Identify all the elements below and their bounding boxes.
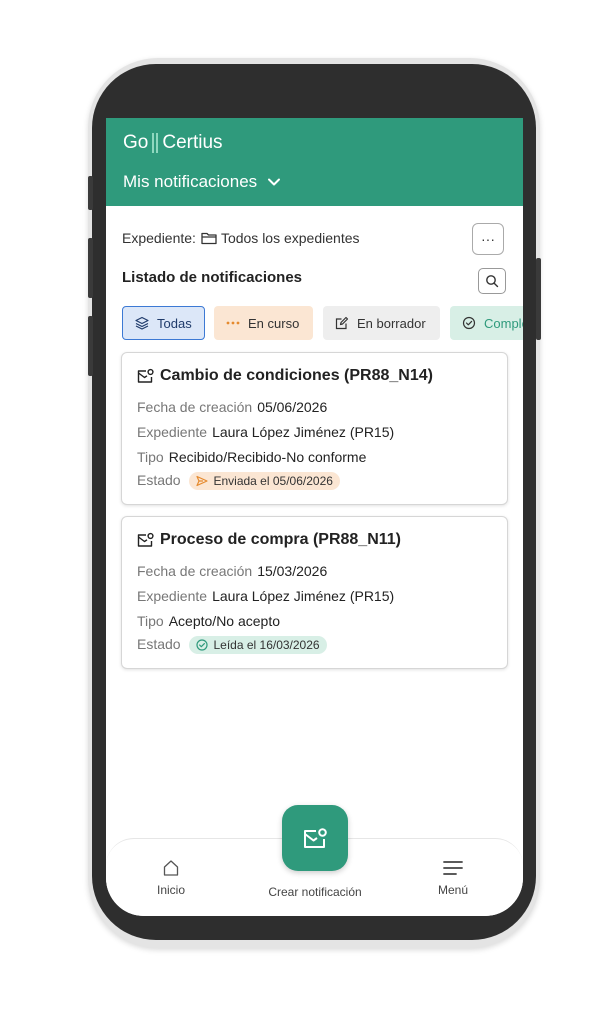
layers-icon [135, 316, 149, 330]
phone-volume-up [88, 238, 93, 298]
mail-badge-icon [137, 532, 154, 547]
field-fecha: Fecha de creación 15/03/2026 [137, 563, 327, 579]
phone-volume-down [88, 316, 93, 376]
create-notification-label: Crear notificación [268, 885, 362, 899]
expediente-field-label: Expediente [137, 424, 208, 440]
filter-todas-label: Todas [157, 315, 192, 331]
dots-icon [226, 321, 240, 325]
more-options-button[interactable]: ··· [472, 223, 504, 255]
tipo-label: Tipo [137, 613, 164, 629]
field-fecha: Fecha de creación 05/06/2026 [137, 399, 327, 415]
filter-en-borrador-label: En borrador [357, 315, 426, 331]
estado-label: Estado [137, 636, 181, 652]
field-estado: Estado Enviada el 05/06/2026 [137, 472, 340, 491]
fecha-label: Fecha de creación [137, 399, 253, 415]
app-header: Go Certius Mis notificaciones [106, 118, 523, 206]
filter-todas[interactable]: Todas [122, 306, 205, 340]
tipo-label: Tipo [137, 449, 164, 465]
status-badge: Enviada el 05/06/2026 [189, 472, 340, 491]
expediente-label: Expediente: [122, 230, 196, 246]
filter-en-curso[interactable]: En curso [214, 306, 313, 340]
status-badge: Leída el 16/03/2026 [189, 636, 327, 655]
expediente-value: Todos los expedientes [220, 230, 360, 246]
nav-menu-label: Menú [438, 883, 469, 897]
expediente-selector[interactable]: Expediente: Todos los expedientes [122, 230, 360, 246]
check-circle-icon [462, 316, 476, 330]
folder-icon [201, 232, 217, 245]
list-title: Listado de notificaciones [122, 269, 303, 286]
notifications-dropdown[interactable]: Mis notificaciones [123, 172, 281, 192]
phone-power-button [536, 258, 541, 340]
expediente-field-label: Expediente [137, 588, 208, 604]
home-icon [163, 860, 179, 876]
field-expediente: Expediente Laura López Jiménez (PR15) [137, 588, 394, 604]
fecha-value: 05/06/2026 [257, 399, 328, 415]
logo-divider-icon [151, 133, 159, 153]
mail-badge-icon [137, 368, 154, 383]
fecha-value: 15/03/2026 [257, 563, 328, 579]
mail-badge-icon [304, 828, 327, 848]
status-text: Enviada el 05/06/2026 [213, 474, 333, 489]
send-icon [196, 476, 209, 487]
menu-icon [443, 861, 463, 875]
fecha-label: Fecha de creación [137, 563, 253, 579]
search-icon [486, 275, 499, 288]
filter-en-curso-label: En curso [248, 315, 300, 331]
phone-side-button [88, 176, 93, 210]
notification-card[interactable]: Cambio de condiciones (PR88_N14) Fecha d… [121, 352, 508, 505]
card-title-text: Proceso de compra (PR88_N11) [160, 531, 401, 548]
notification-card[interactable]: Proceso de compra (PR88_N11) Fecha de cr… [121, 516, 508, 669]
card-title: Proceso de compra (PR88_N11) [137, 531, 401, 549]
card-title-text: Cambio de condiciones (PR88_N14) [160, 367, 433, 384]
logo-text-right: Certius [162, 132, 223, 153]
logo-text-left: Go [123, 132, 149, 153]
more-icon: ··· [481, 231, 495, 247]
card-title: Cambio de condiciones (PR88_N14) [137, 367, 433, 385]
expediente-field-value: Laura López Jiménez (PR15) [212, 588, 395, 604]
filter-chips: Todas En curso En borrador Completada [122, 306, 523, 340]
tipo-value: Acepto/No acepto [168, 613, 281, 629]
chevron-down-icon [268, 178, 281, 186]
filter-en-borrador[interactable]: En borrador [323, 306, 440, 340]
expediente-field-value: Laura López Jiménez (PR15) [212, 424, 395, 440]
edit-icon [335, 316, 349, 330]
status-text: Leída el 16/03/2026 [213, 638, 320, 653]
app-screen: Go Certius Mis notificaciones Expediente… [106, 118, 523, 916]
logo: Go Certius [123, 132, 223, 154]
tipo-value: Recibido/Recibido-No conforme [168, 449, 367, 465]
create-notification-button[interactable] [282, 805, 348, 871]
nav-inicio[interactable]: Inicio [157, 859, 185, 897]
nav-menu[interactable]: Menú [438, 859, 468, 897]
page-title: Mis notificaciones [123, 172, 258, 191]
field-expediente: Expediente Laura López Jiménez (PR15) [137, 424, 394, 440]
field-tipo: Tipo Recibido/Recibido-No conforme [137, 449, 366, 465]
field-tipo: Tipo Acepto/No acepto [137, 613, 280, 629]
filter-completada[interactable]: Completada [450, 306, 523, 340]
estado-label: Estado [137, 472, 181, 488]
filter-completada-label: Completada [484, 315, 523, 331]
nav-inicio-label: Inicio [157, 883, 186, 897]
search-button[interactable] [478, 268, 506, 294]
field-estado: Estado Leída el 16/03/2026 [137, 636, 327, 655]
check-circle-icon [196, 639, 209, 651]
